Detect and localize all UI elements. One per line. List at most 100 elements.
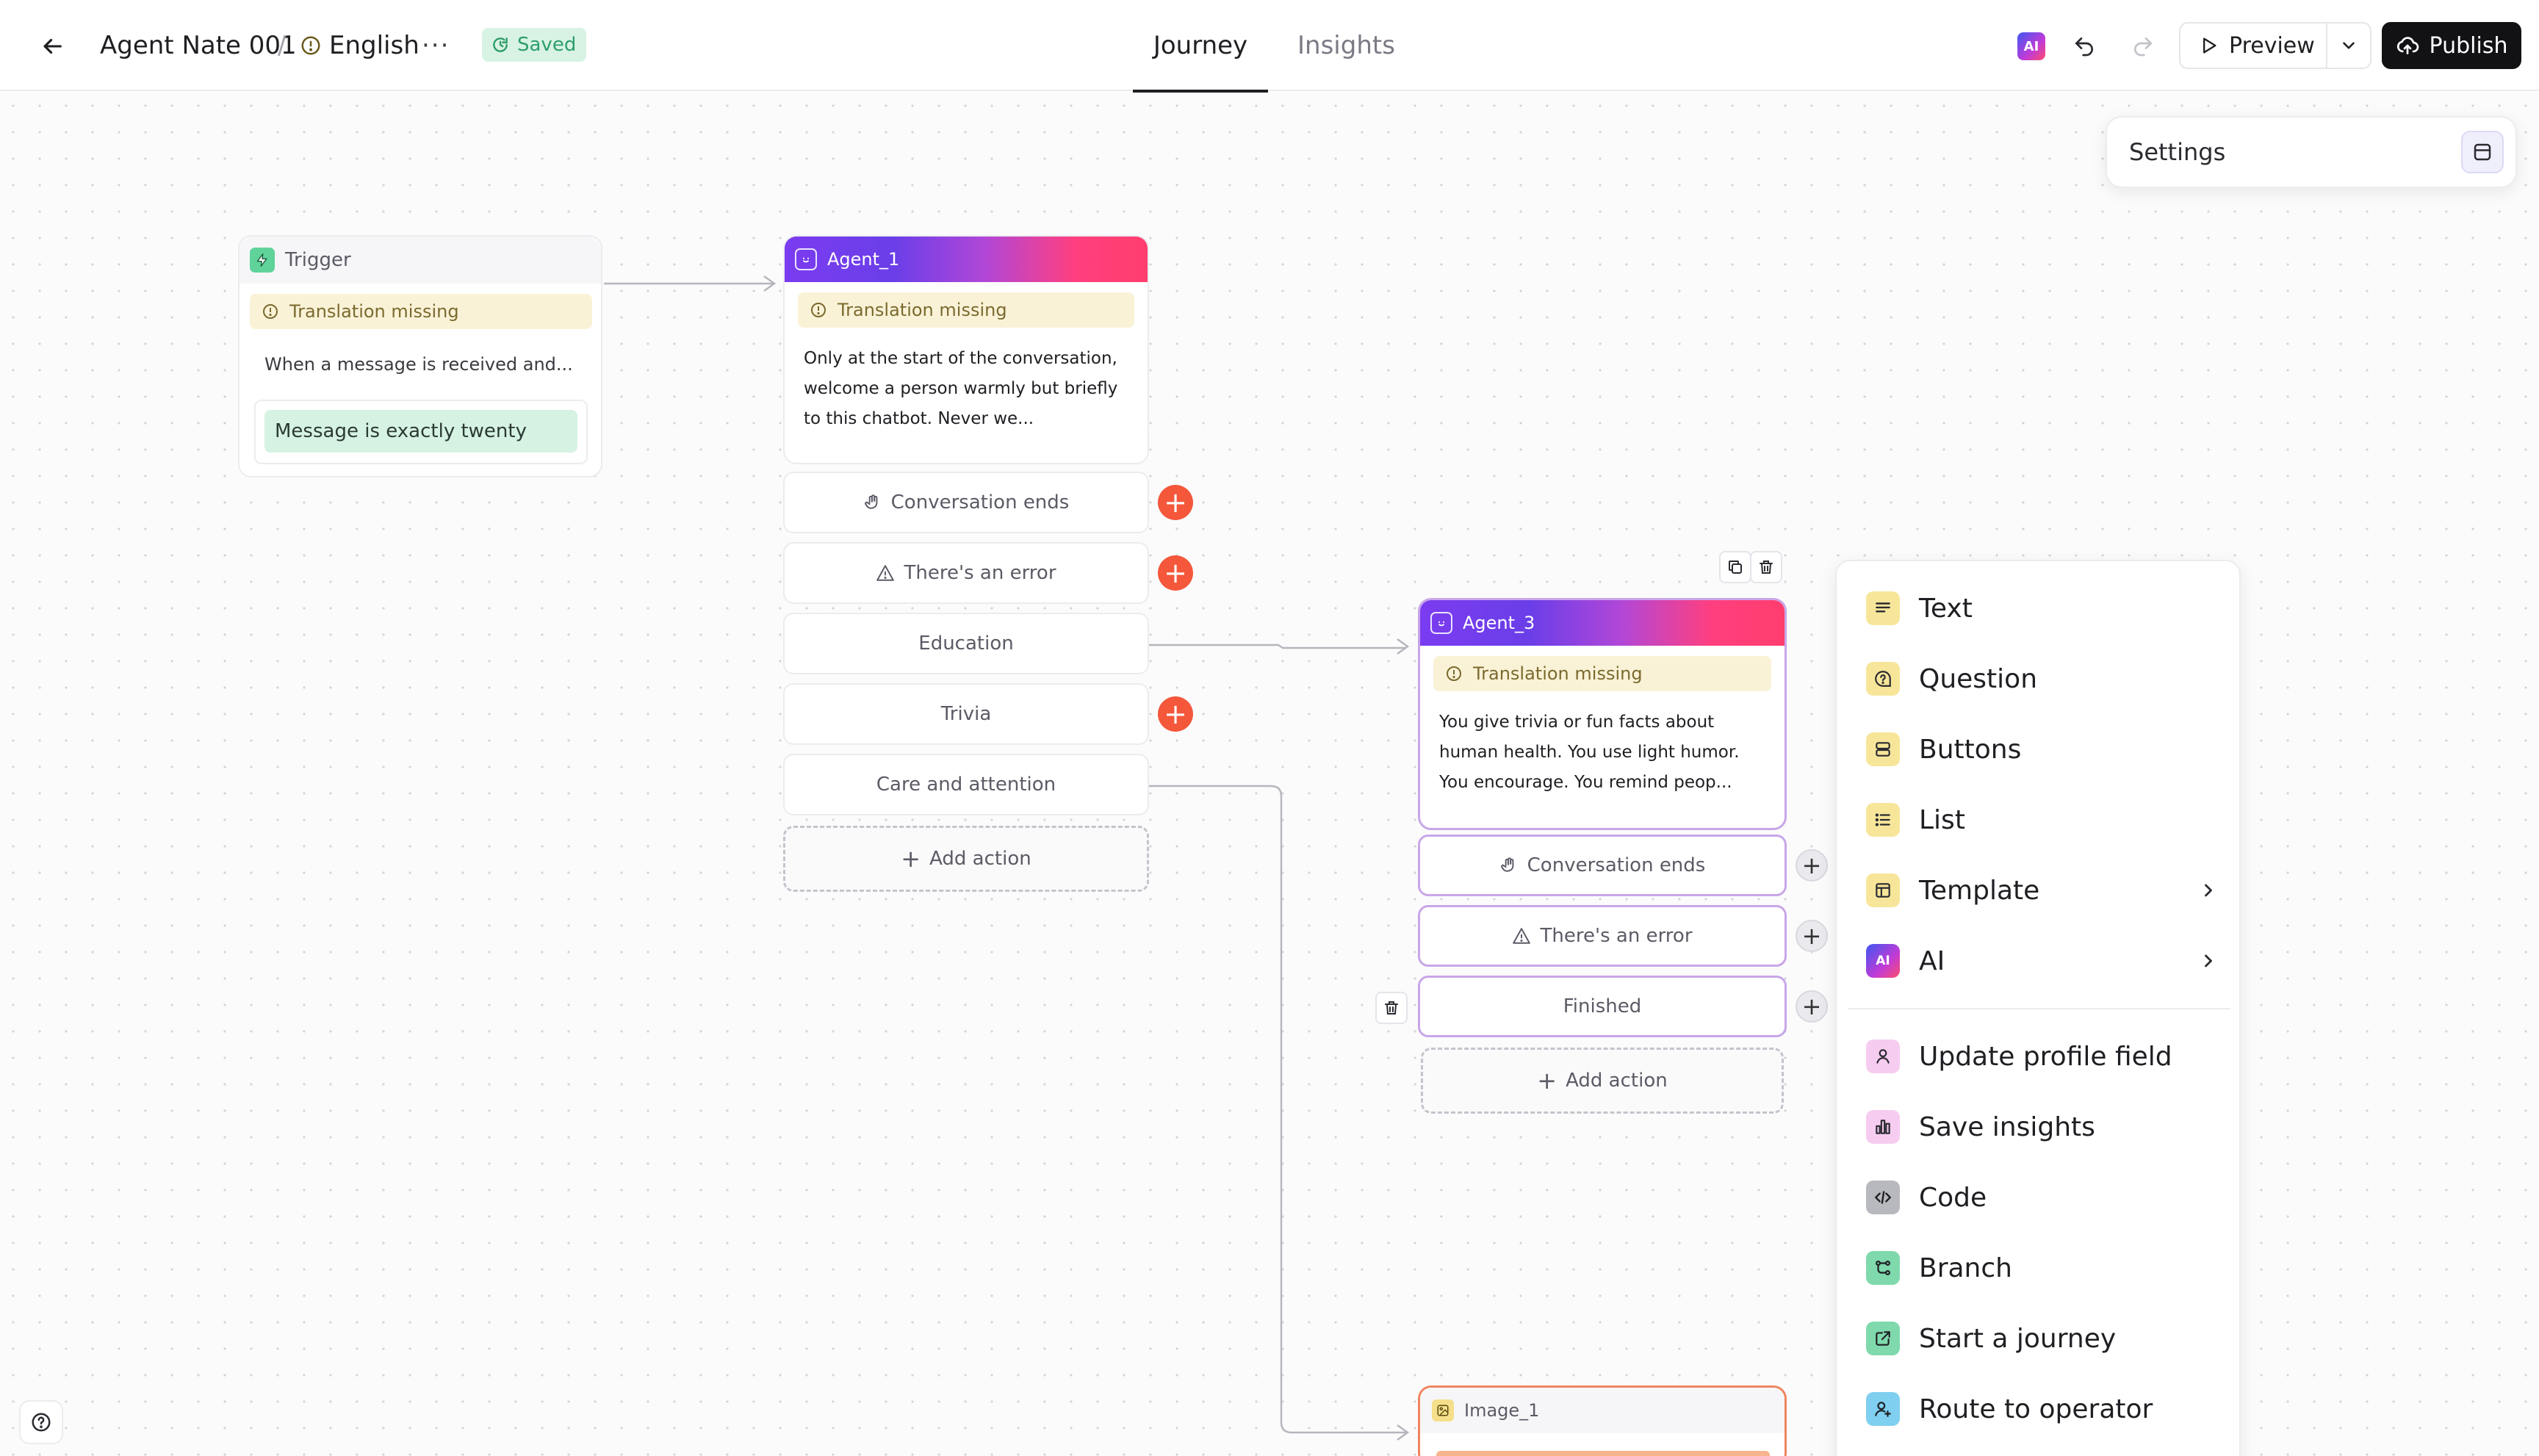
agent-1-title: Agent_1 <box>827 249 900 270</box>
settings-toggle-button[interactable] <box>2461 131 2504 173</box>
hand-icon <box>864 494 878 509</box>
hand-icon <box>1500 857 1514 872</box>
trigger-title: Trigger <box>285 249 351 271</box>
action-label: Conversation ends <box>1527 854 1706 876</box>
settings-label: Settings <box>2129 138 2226 166</box>
agent-3-action-error[interactable]: There's an error <box>1418 905 1787 967</box>
menu-item-label: List <box>1919 804 1965 835</box>
menu-item-save-insights[interactable]: Save insights <box>1866 1105 2219 1149</box>
menu-item-label: Route to operator <box>1919 1394 2153 1424</box>
chevron-down-icon <box>2343 42 2355 49</box>
translation-warning-text: Translation missing <box>838 300 1007 320</box>
menu-item-code[interactable]: Code <box>1866 1175 2219 1219</box>
code-icon <box>1866 1181 1900 1214</box>
agent-bot-icon <box>795 248 817 270</box>
add-step-button[interactable]: + <box>1158 696 1193 732</box>
agent-1-action-error[interactable]: There's an error <box>783 542 1149 604</box>
trigger-node-header: Trigger <box>240 237 601 284</box>
trash-icon <box>1385 1001 1398 1014</box>
image-1-header: Image_1 <box>1420 1388 1784 1433</box>
add-step-button[interactable]: + <box>1796 920 1828 952</box>
agent-3-title: Agent_3 <box>1463 613 1535 633</box>
translation-warning-text: Translation missing <box>1473 663 1643 684</box>
action-label: Care and attention <box>876 774 1056 796</box>
menu-item-label: Branch <box>1919 1253 2012 1283</box>
agent-3-node[interactable]: Agent_3 Translation missing You give tri… <box>1418 598 1787 830</box>
delete-node-button[interactable] <box>1750 551 1782 583</box>
tab-journey[interactable]: Journey <box>1133 0 1268 93</box>
add-step-button[interactable]: + <box>1158 485 1193 520</box>
saved-status-badge: Saved <box>482 28 587 62</box>
menu-item-start-a-journey[interactable]: Start a journey <box>1866 1316 2219 1361</box>
agent-1-action-trivia[interactable]: Trivia <box>783 683 1149 745</box>
agent-3-action-conversation-ends[interactable]: Conversation ends <box>1418 835 1787 896</box>
add-step-button[interactable]: + <box>1796 990 1828 1023</box>
menu-item-route-to-operator[interactable]: Route to operator <box>1866 1387 2219 1431</box>
menu-item-question[interactable]: Question <box>1866 657 2219 701</box>
delete-action-button[interactable] <box>1375 992 1408 1024</box>
agent-3-prompt: You give trivia or fun facts about human… <box>1439 713 1740 792</box>
image-1-node[interactable]: Image_1 <box>1418 1385 1787 1456</box>
breadcrumb-agent-name[interactable]: Agent Nate 001 <box>100 0 297 91</box>
preview-options-button[interactable] <box>2326 24 2370 68</box>
tab-insights[interactable]: Insights <box>1297 0 1395 91</box>
warning-circle-icon <box>811 303 826 317</box>
lightning-icon <box>250 248 275 273</box>
menu-item-label: Buttons <box>1919 734 2022 765</box>
agent-1-header: Agent_1 <box>785 237 1148 282</box>
undo-button[interactable] <box>2067 29 2101 63</box>
warning-circle-icon <box>301 36 320 55</box>
preview-label: Preview <box>2229 32 2315 59</box>
menu-item-label: Code <box>1919 1182 1987 1213</box>
trigger-node[interactable]: Trigger Translation missing When a messa… <box>238 235 602 477</box>
menu-item-template[interactable]: Template <box>1866 868 2219 912</box>
saved-label: Saved <box>517 34 577 56</box>
action-label: There's an error <box>904 562 1056 584</box>
add-step-button[interactable]: + <box>1796 849 1828 882</box>
agent-1-action-care-and-attention[interactable]: Care and attention <box>783 754 1149 815</box>
chevron-right-icon <box>2198 939 2219 983</box>
breadcrumb-separator: / <box>278 31 287 60</box>
ai-assistant-button[interactable]: AI <box>2017 32 2045 60</box>
back-button[interactable] <box>34 28 71 65</box>
undo-icon <box>2075 37 2093 57</box>
menu-item-update-profile-field[interactable]: Update profile field <box>1866 1034 2219 1078</box>
question-icon <box>1866 662 1900 696</box>
trigger-condition[interactable]: Message is exactly twenty <box>264 410 577 453</box>
agent-3-add-action-button[interactable]: + Add action <box>1421 1048 1784 1114</box>
action-label: Conversation ends <box>890 491 1070 513</box>
menu-item-branch[interactable]: Branch <box>1866 1246 2219 1290</box>
menu-divider <box>1848 1008 2230 1009</box>
text-icon <box>1866 591 1900 625</box>
agent-3-action-finished[interactable]: Finished <box>1418 976 1787 1037</box>
image-icon <box>1432 1399 1454 1421</box>
redo-button[interactable] <box>2126 29 2160 63</box>
agent-1-node[interactable]: Agent_1 Translation missing Only at the … <box>783 235 1149 464</box>
menu-item-label: Template <box>1919 875 2040 906</box>
action-label: Trivia <box>940 703 992 725</box>
breadcrumb-language[interactable]: English <box>300 0 419 91</box>
trigger-condition-box: Message is exactly twenty <box>254 400 588 464</box>
menu-item-buttons[interactable]: Buttons <box>1866 727 2219 771</box>
agent-1-action-education[interactable]: Education <box>783 613 1149 674</box>
duplicate-node-button[interactable] <box>1719 551 1751 583</box>
menu-item-ai[interactable]: AI AI <box>1866 939 2219 983</box>
menu-item-text[interactable]: Text <box>1866 586 2219 630</box>
add-block-menu: Text Question Buttons List Template AI A… <box>1835 560 2241 1456</box>
menu-item-label: AI <box>1919 945 1945 976</box>
chevron-right-icon <box>2198 868 2219 912</box>
publish-button[interactable]: Publish <box>2382 22 2521 69</box>
more-options-button[interactable]: ··· <box>422 0 450 91</box>
preview-button[interactable]: Preview <box>2180 24 2326 68</box>
warning-circle-icon <box>263 304 278 319</box>
plus-icon: + <box>1537 1067 1557 1095</box>
chart-icon <box>1866 1110 1900 1144</box>
agent-1-add-action-button[interactable]: + Add action <box>783 826 1149 892</box>
help-circle-icon <box>32 1413 51 1432</box>
add-step-button[interactable]: + <box>1158 555 1193 591</box>
agent-3-header: Agent_3 <box>1420 600 1784 646</box>
menu-item-list[interactable]: List <box>1866 798 2219 842</box>
agent-1-action-conversation-ends[interactable]: Conversation ends <box>783 472 1149 533</box>
redo-icon <box>2134 37 2152 57</box>
help-button[interactable] <box>19 1400 63 1444</box>
